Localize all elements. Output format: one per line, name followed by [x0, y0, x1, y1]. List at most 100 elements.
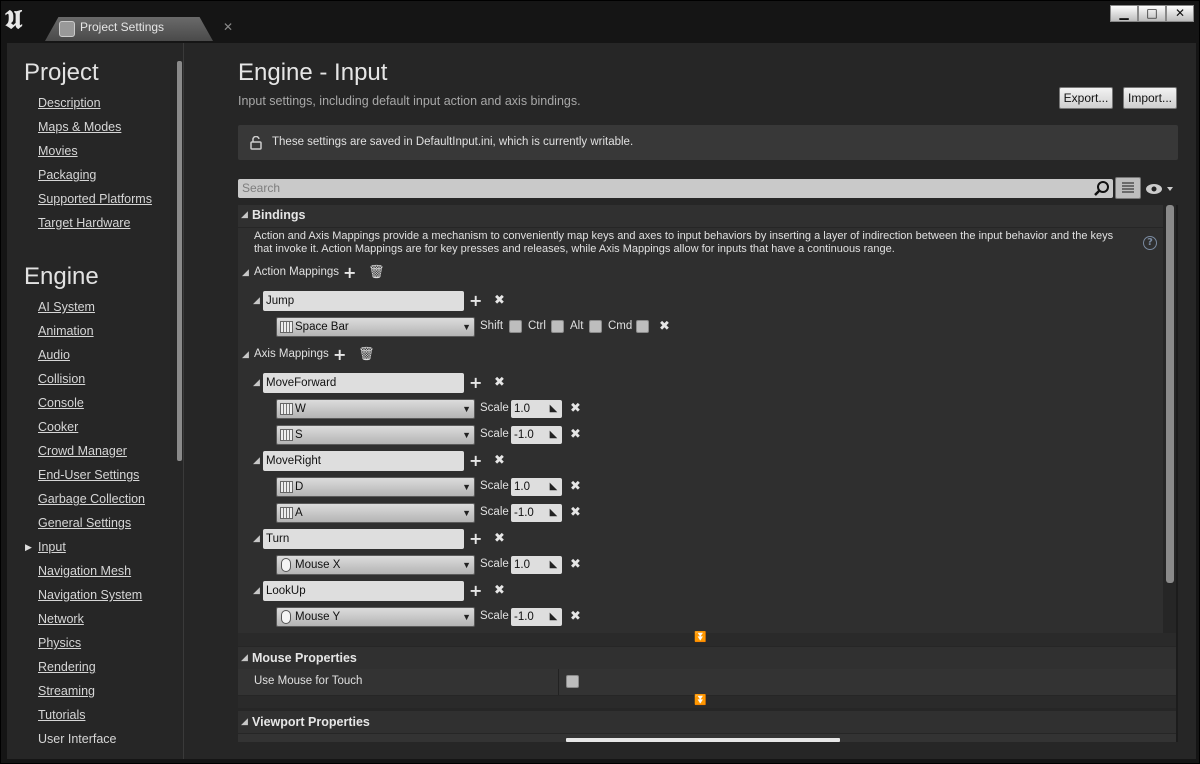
remove-key-button[interactable]: ✖: [570, 506, 581, 520]
scale-input[interactable]: 1.0 ◣: [511, 400, 562, 418]
spin-icon[interactable]: ◣: [547, 506, 560, 519]
use-mouse-for-touch-checkbox[interactable]: [566, 675, 579, 688]
sidebar-item-maps-modes[interactable]: Maps & Modes: [38, 120, 121, 134]
expand-arrow-icon[interactable]: ⏬: [694, 695, 706, 706]
sidebar-item-supported-platforms[interactable]: Supported Platforms: [38, 192, 152, 206]
remove-action-button[interactable]: ✖: [494, 294, 505, 308]
remove-axis-button[interactable]: ✖: [494, 454, 505, 468]
collapse-arrow-icon[interactable]: ◢: [253, 456, 260, 466]
scale-input[interactable]: -1.0 ◣: [511, 608, 562, 626]
minimize-button[interactable]: ▁: [1110, 5, 1138, 22]
remove-key-button[interactable]: ✖: [570, 402, 581, 416]
remove-axis-button[interactable]: ✖: [494, 584, 505, 598]
sidebar-item-general-settings[interactable]: General Settings: [38, 516, 131, 530]
visibility-eye-icon[interactable]: [1146, 181, 1174, 197]
remove-key-button[interactable]: ✖: [570, 558, 581, 572]
export-button[interactable]: Export...: [1059, 87, 1113, 109]
close-button[interactable]: ✕: [1166, 5, 1194, 22]
ctrl-checkbox[interactable]: [551, 320, 564, 333]
remove-axis-button[interactable]: ✖: [494, 376, 505, 390]
view-list-button[interactable]: [1115, 177, 1141, 199]
action-name-field[interactable]: Jump: [263, 291, 464, 311]
scale-input[interactable]: 1.0 ◣: [511, 478, 562, 496]
collapse-arrow-icon[interactable]: ◢: [241, 717, 248, 727]
key-selector[interactable]: S ▼: [276, 425, 475, 445]
collapse-arrow-icon[interactable]: ◢: [242, 268, 249, 278]
axis-name-field[interactable]: MoveForward: [263, 373, 464, 393]
key-selector[interactable]: D ▼: [276, 477, 475, 497]
sidebar-item-user-interface[interactable]: User Interface: [38, 732, 117, 743]
spin-icon[interactable]: ◣: [547, 610, 560, 623]
scale-input[interactable]: -1.0 ◣: [511, 504, 562, 522]
sidebar-item-navigation-system[interactable]: Navigation System: [38, 588, 142, 602]
viewport-properties-header[interactable]: [238, 711, 1178, 733]
axis-name-field[interactable]: Turn: [263, 529, 464, 549]
collapse-arrow-icon[interactable]: ◢: [253, 534, 260, 544]
help-icon[interactable]: ?: [1143, 236, 1157, 250]
spin-icon[interactable]: ◣: [547, 428, 560, 441]
remove-key-button[interactable]: ✖: [570, 610, 581, 624]
collapse-arrow-icon[interactable]: ◢: [253, 378, 260, 388]
trash-icon[interactable]: 🗑: [368, 265, 385, 280]
import-button[interactable]: Import...: [1123, 87, 1177, 109]
mouse-properties-header[interactable]: [238, 647, 1178, 669]
collapse-arrow-icon[interactable]: ◢: [253, 296, 260, 306]
axis-name-field[interactable]: MoveRight: [263, 451, 464, 471]
expand-bar[interactable]: [238, 633, 1178, 646]
add-action-button[interactable]: +: [343, 265, 356, 281]
spin-icon[interactable]: ◣: [547, 480, 560, 493]
collapse-arrow-icon[interactable]: ◢: [253, 586, 260, 596]
scale-input[interactable]: 1.0 ◣: [511, 556, 562, 574]
search-icon[interactable]: [1093, 180, 1111, 198]
expand-bar[interactable]: [238, 696, 1178, 708]
remove-key-button[interactable]: ✖: [570, 480, 581, 494]
sidebar-item-end-user-settings[interactable]: End-User Settings: [38, 468, 139, 482]
sidebar-item-ai-system[interactable]: AI System: [38, 300, 95, 314]
key-selector[interactable]: Mouse X ▼: [276, 555, 475, 575]
add-key-button[interactable]: +: [469, 453, 482, 469]
scale-input[interactable]: -1.0 ◣: [511, 426, 562, 444]
key-selector[interactable]: A ▼: [276, 503, 475, 523]
sidebar-item-target-hardware[interactable]: Target Hardware: [38, 216, 130, 230]
sidebar-item-packaging[interactable]: Packaging: [38, 168, 96, 182]
add-key-button[interactable]: +: [469, 293, 482, 309]
search-input[interactable]: [238, 179, 1113, 198]
collapse-arrow-icon[interactable]: ◢: [241, 653, 248, 663]
bindings-category-header[interactable]: [238, 205, 1163, 227]
key-selector[interactable]: Mouse Y ▼: [276, 607, 475, 627]
add-key-button[interactable]: +: [469, 583, 482, 599]
sidebar-item-cooker[interactable]: Cooker: [38, 420, 78, 434]
shift-checkbox[interactable]: [509, 320, 522, 333]
axis-name-field[interactable]: LookUp: [263, 581, 464, 601]
key-selector[interactable]: Space Bar ▼: [276, 317, 475, 337]
add-axis-button[interactable]: +: [333, 347, 346, 363]
expand-arrow-icon[interactable]: ⏬: [694, 632, 706, 643]
sidebar-scrollbar[interactable]: [177, 61, 182, 461]
sidebar-item-animation[interactable]: Animation: [38, 324, 94, 338]
collapse-arrow-icon[interactable]: ◢: [241, 210, 248, 220]
sidebar-item-console[interactable]: Console: [38, 396, 84, 410]
spin-icon[interactable]: ◣: [547, 558, 560, 571]
sidebar-item-movies[interactable]: Movies: [38, 144, 78, 158]
key-selector[interactable]: W ▼: [276, 399, 475, 419]
alt-checkbox[interactable]: [589, 320, 602, 333]
add-key-button[interactable]: +: [469, 375, 482, 391]
sidebar-item-garbage-collection[interactable]: Garbage Collection: [38, 492, 145, 506]
sidebar-item-collision[interactable]: Collision: [38, 372, 85, 386]
sidebar-item-crowd-manager[interactable]: Crowd Manager: [38, 444, 127, 458]
remove-axis-button[interactable]: ✖: [494, 532, 505, 546]
bindings-scrollbar[interactable]: [1166, 205, 1174, 583]
add-key-button[interactable]: +: [469, 531, 482, 547]
property-field[interactable]: [566, 738, 840, 742]
remove-key-button[interactable]: ✖: [659, 320, 670, 334]
sidebar-item-streaming[interactable]: Streaming: [38, 684, 95, 698]
sidebar-item-navigation-mesh[interactable]: Navigation Mesh: [38, 564, 131, 578]
remove-key-button[interactable]: ✖: [570, 428, 581, 442]
collapse-arrow-icon[interactable]: ◢: [242, 350, 249, 360]
sidebar-item-rendering[interactable]: Rendering: [38, 660, 96, 674]
sidebar-item-description[interactable]: Description: [38, 96, 101, 110]
sidebar-item-audio[interactable]: Audio: [38, 348, 70, 362]
maximize-button[interactable]: □: [1138, 5, 1166, 22]
sidebar-item-network[interactable]: Network: [38, 612, 84, 626]
sidebar-item-tutorials[interactable]: Tutorials: [38, 708, 85, 722]
